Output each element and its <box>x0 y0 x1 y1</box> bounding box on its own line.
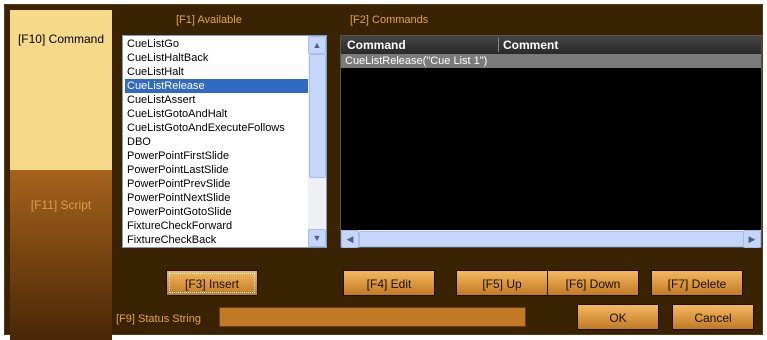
commands-horizontal-scrollbar[interactable]: ◀ ▶ <box>341 230 761 248</box>
status-string-field[interactable] <box>219 307 526 327</box>
chevron-right-icon[interactable]: ▶ <box>743 230 761 248</box>
column-divider[interactable] <box>498 38 499 52</box>
ok-button[interactable]: OK <box>577 304 659 330</box>
commands-scroll-thumb[interactable] <box>359 231 745 247</box>
commands-label: [F2] Commands <box>350 14 429 26</box>
list-item[interactable]: PowerPointFirstSlide <box>125 149 308 163</box>
list-item[interactable]: CueListGotoAndExecuteFollows <box>125 121 308 135</box>
tab-command[interactable]: [F10] Command <box>10 10 112 170</box>
list-item[interactable]: CueListAssert <box>125 93 308 107</box>
up-button[interactable]: [F5] Up <box>456 270 548 296</box>
available-scroll-thumb[interactable] <box>309 54 326 178</box>
edit-button[interactable]: [F4] Edit <box>343 270 435 296</box>
status-string-label: [F9] Status String <box>116 313 201 325</box>
down-button[interactable]: [F6] Down <box>547 270 639 296</box>
tab-script[interactable]: [F11] Script <box>10 170 112 340</box>
insert-button[interactable]: [F3] Insert <box>166 270 258 296</box>
list-item[interactable]: CueListRelease <box>125 79 308 93</box>
list-item[interactable]: DBO <box>125 135 308 149</box>
table-row[interactable]: CueListRelease("Cue List 1") <box>341 54 761 68</box>
chevron-up-icon[interactable]: ▲ <box>308 36 326 54</box>
column-header-command[interactable]: Command <box>347 38 406 52</box>
list-item[interactable]: CueListHalt <box>125 65 308 79</box>
list-item[interactable]: FixtureCheckForward <box>125 219 308 233</box>
available-vertical-scrollbar[interactable]: ▲ ▼ <box>308 36 326 247</box>
list-item[interactable]: FixtureCheckBack <box>125 233 308 247</box>
list-item[interactable]: PowerPointGotoSlide <box>125 205 308 219</box>
list-item[interactable]: CueListGo <box>125 37 308 51</box>
commands-grid-header: Command Comment <box>341 36 761 54</box>
list-item[interactable]: CueListGotoAndHalt <box>125 107 308 121</box>
cancel-button[interactable]: Cancel <box>672 304 754 330</box>
tab-command-label: [F10] Command <box>17 32 105 46</box>
available-list[interactable]: CueListGo CueListHaltBack CueListHalt CueLi… <box>122 35 327 248</box>
table-cell-command: CueListRelease("Cue List 1") <box>345 55 488 67</box>
tab-script-label: [F11] Script <box>30 198 92 212</box>
list-item[interactable]: PowerPointNextSlide <box>125 191 308 205</box>
delete-button[interactable]: [F7] Delete <box>651 270 743 296</box>
list-item[interactable]: CueListHaltBack <box>125 51 308 65</box>
column-header-comment[interactable]: Comment <box>503 38 558 52</box>
chevron-down-icon[interactable]: ▼ <box>308 229 326 247</box>
chevron-left-icon[interactable]: ◀ <box>341 230 359 248</box>
available-label: [F1] Available <box>176 14 242 26</box>
list-item[interactable]: PowerPointPrevSlide <box>125 177 308 191</box>
available-items: CueListGo CueListHaltBack CueListHalt CueLi… <box>125 37 308 247</box>
list-item[interactable]: PowerPointLastSlide <box>125 163 308 177</box>
commands-grid[interactable]: Command Comment CueListRelease("Cue List… <box>340 35 762 248</box>
